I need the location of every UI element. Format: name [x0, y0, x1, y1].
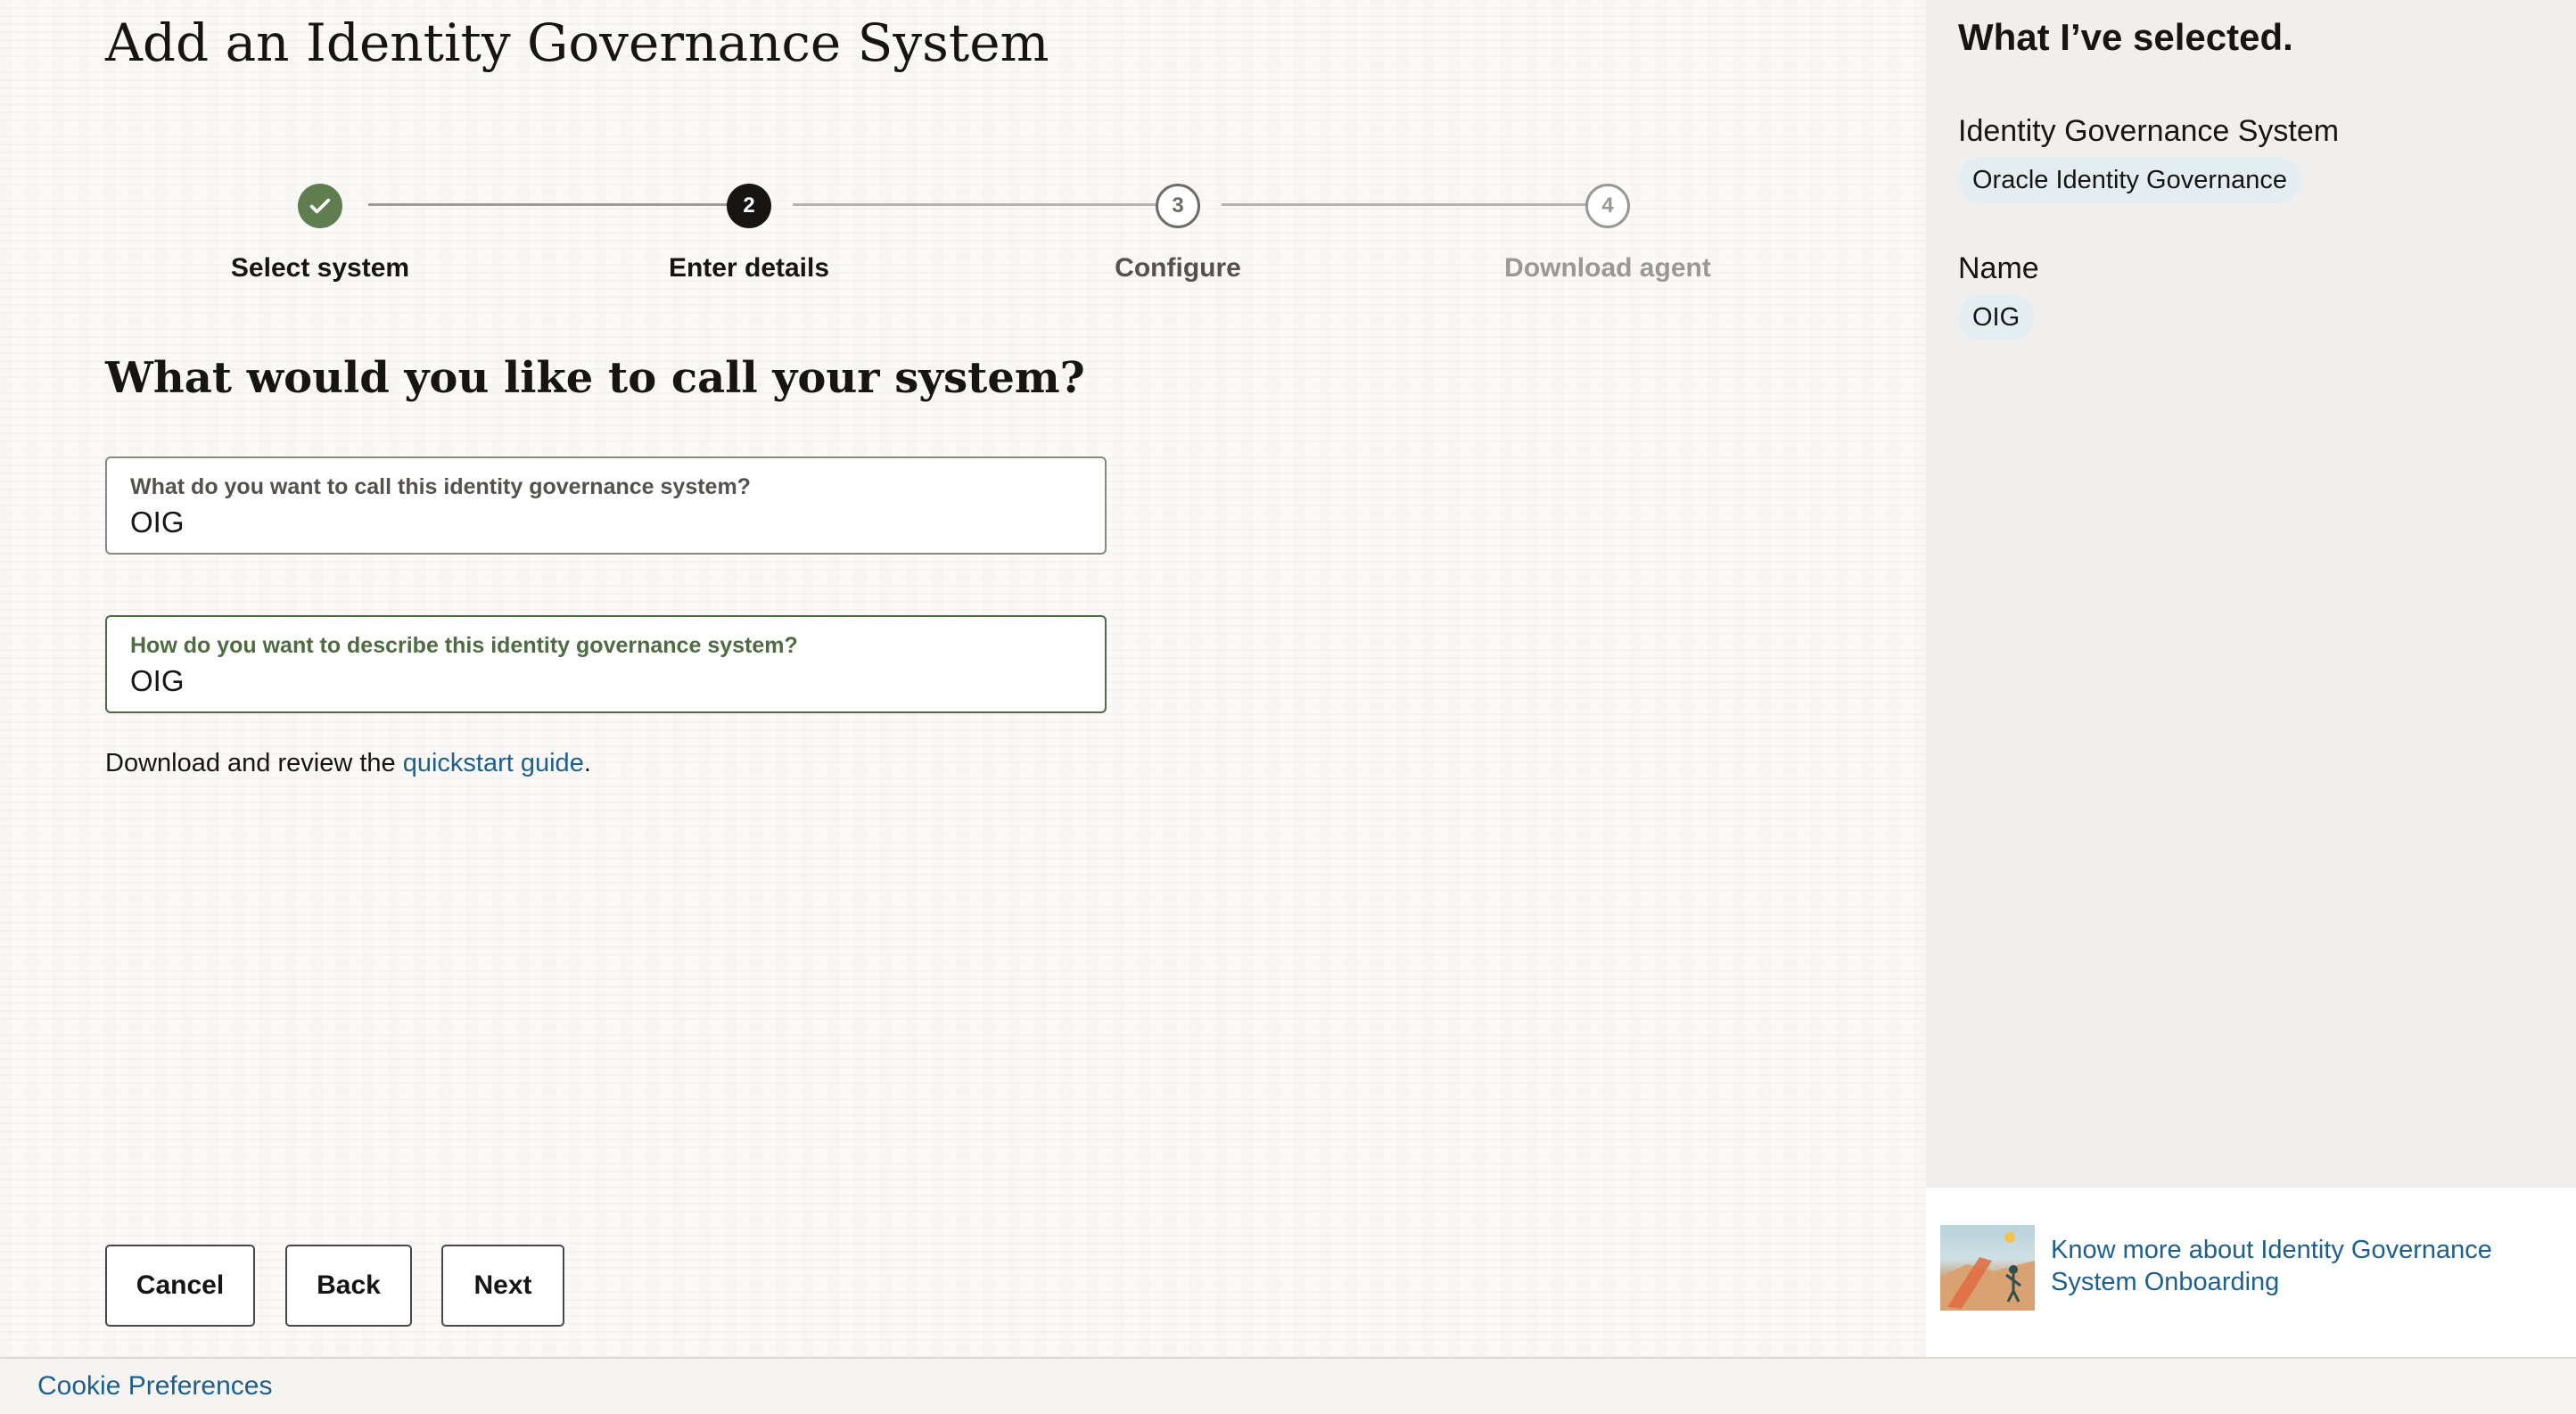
footer: Cookie Preferences	[0, 1357, 2576, 1414]
onboarding-help-link[interactable]: Know more about Identity Governance Syst…	[2051, 1234, 2550, 1298]
selection-summary-panel: What I’ve selected. Identity Governance …	[1926, 0, 2576, 1188]
system-name-input[interactable]	[130, 506, 1082, 539]
page-title: Add an Identity Governance System	[105, 12, 1049, 73]
panel-title: What I’ve selected.	[1958, 16, 2293, 58]
step-1-indicator	[298, 184, 342, 228]
system-description-field[interactable]: How do you want to describe this identit…	[105, 615, 1107, 713]
step-connector	[368, 203, 768, 206]
system-description-input[interactable]	[130, 664, 1082, 698]
step-3-label: Configure	[1115, 253, 1241, 283]
cancel-button[interactable]: Cancel	[105, 1245, 255, 1327]
system-description-label: How do you want to describe this identit…	[130, 633, 798, 658]
summary-label-system: Identity Governance System	[1958, 114, 2340, 148]
back-button[interactable]: Back	[285, 1245, 412, 1327]
system-name-label: What do you want to call this identity g…	[130, 474, 751, 499]
onboarding-illustration	[1940, 1225, 2035, 1311]
step-connector	[793, 203, 1192, 206]
summary-chip-name: OIG	[1958, 294, 2035, 341]
main-content: Add an Identity Governance System 2 3 4 …	[0, 0, 1926, 1357]
summary-label-name: Name	[1958, 251, 2039, 285]
step-1-label: Select system	[230, 253, 410, 283]
quickstart-guide-link[interactable]: quickstart guide	[403, 749, 584, 777]
step-2-label: Enter details	[668, 253, 830, 283]
summary-chip-system: Oracle Identity Governance	[1958, 157, 2302, 203]
step-2-indicator: 2	[727, 184, 771, 228]
help-card[interactable]: Know more about Identity Governance Syst…	[1926, 1188, 2576, 1357]
guide-prefix: Download and review the	[105, 749, 403, 777]
next-button[interactable]: Next	[441, 1245, 564, 1327]
system-name-field[interactable]: What do you want to call this identity g…	[105, 456, 1107, 555]
checkmark-icon	[309, 198, 331, 214]
quickstart-guide-text: Download and review the quickstart guide…	[105, 749, 591, 778]
step-3-indicator: 3	[1156, 184, 1200, 228]
form-heading: What would you like to call your system?	[105, 353, 1085, 403]
guide-suffix: .	[583, 749, 591, 777]
cookie-preferences-link[interactable]: Cookie Preferences	[37, 1371, 272, 1402]
step-4-indicator: 4	[1585, 184, 1630, 228]
step-connector	[1222, 203, 1621, 206]
step-4-label: Download agent	[1504, 253, 1711, 283]
